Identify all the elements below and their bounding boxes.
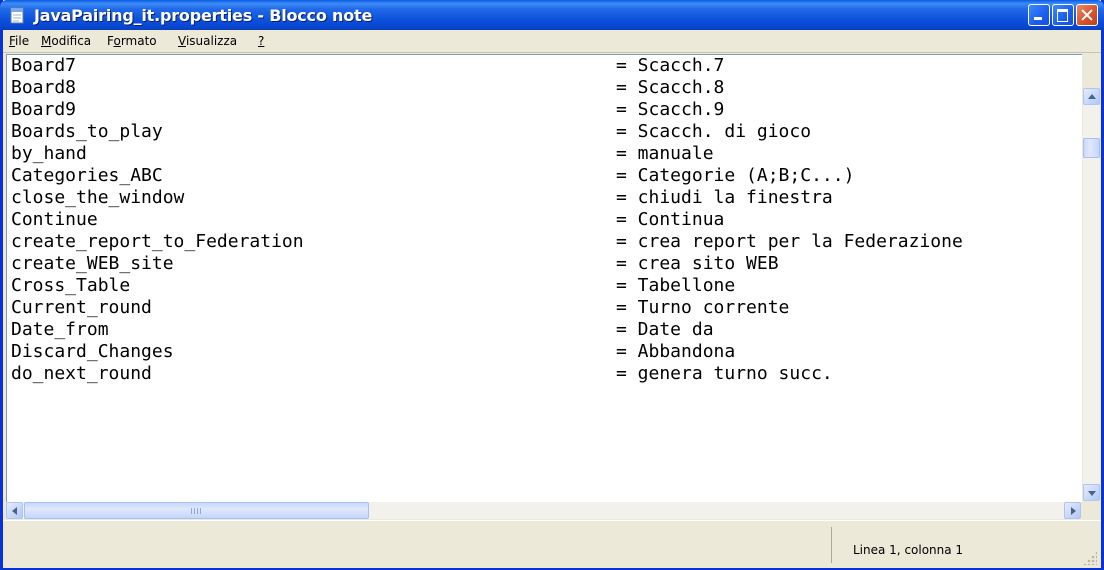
scroll-down-button[interactable]	[1083, 484, 1100, 501]
notepad-window: JavaPairing_it.properties - Blocco note …	[0, 0, 1104, 570]
title-bar[interactable]: JavaPairing_it.properties - Blocco note	[0, 0, 1104, 30]
status-divider	[831, 527, 832, 563]
status-bar: Linea 1, colonna 1	[3, 520, 1101, 568]
menu-modifica[interactable]: Modifica	[41, 34, 91, 48]
menu-help[interactable]: ?	[258, 34, 264, 48]
scroll-up-button[interactable]	[1083, 88, 1100, 105]
arrow-left-icon	[12, 507, 17, 515]
menu-visualizza[interactable]: Visualizza	[178, 34, 237, 48]
close-button[interactable]	[1076, 4, 1098, 26]
arrow-down-icon	[1088, 491, 1096, 496]
menu-file[interactable]: File	[9, 34, 29, 48]
cursor-position: Linea 1, colonna 1	[853, 543, 964, 557]
scrollbar-corner	[1083, 502, 1100, 519]
scroll-right-button[interactable]	[1064, 502, 1081, 519]
resize-grip-icon[interactable]	[1083, 551, 1097, 565]
maximize-button[interactable]	[1052, 4, 1074, 26]
text-editor[interactable]: Board7 = Scacch.7 Board8 = Scacch.8 Board9…	[6, 54, 1082, 502]
vertical-scroll-thumb[interactable]	[1083, 138, 1100, 158]
arrow-up-icon	[1088, 94, 1096, 99]
horizontal-scroll-thumb[interactable]	[24, 502, 369, 519]
arrow-right-icon	[1071, 507, 1076, 515]
grip-icon	[191, 508, 203, 514]
menu-formato[interactable]: Formato	[107, 34, 157, 48]
menu-bar: File Modifica Formato Visualizza ?	[3, 30, 1101, 53]
notepad-icon	[10, 7, 24, 24]
vertical-scrollbar[interactable]	[1083, 88, 1100, 501]
horizontal-scrollbar[interactable]	[6, 502, 1081, 519]
window-title: JavaPairing_it.properties - Blocco note	[34, 6, 373, 25]
scroll-left-button[interactable]	[6, 502, 23, 519]
minimize-button[interactable]	[1028, 4, 1050, 26]
